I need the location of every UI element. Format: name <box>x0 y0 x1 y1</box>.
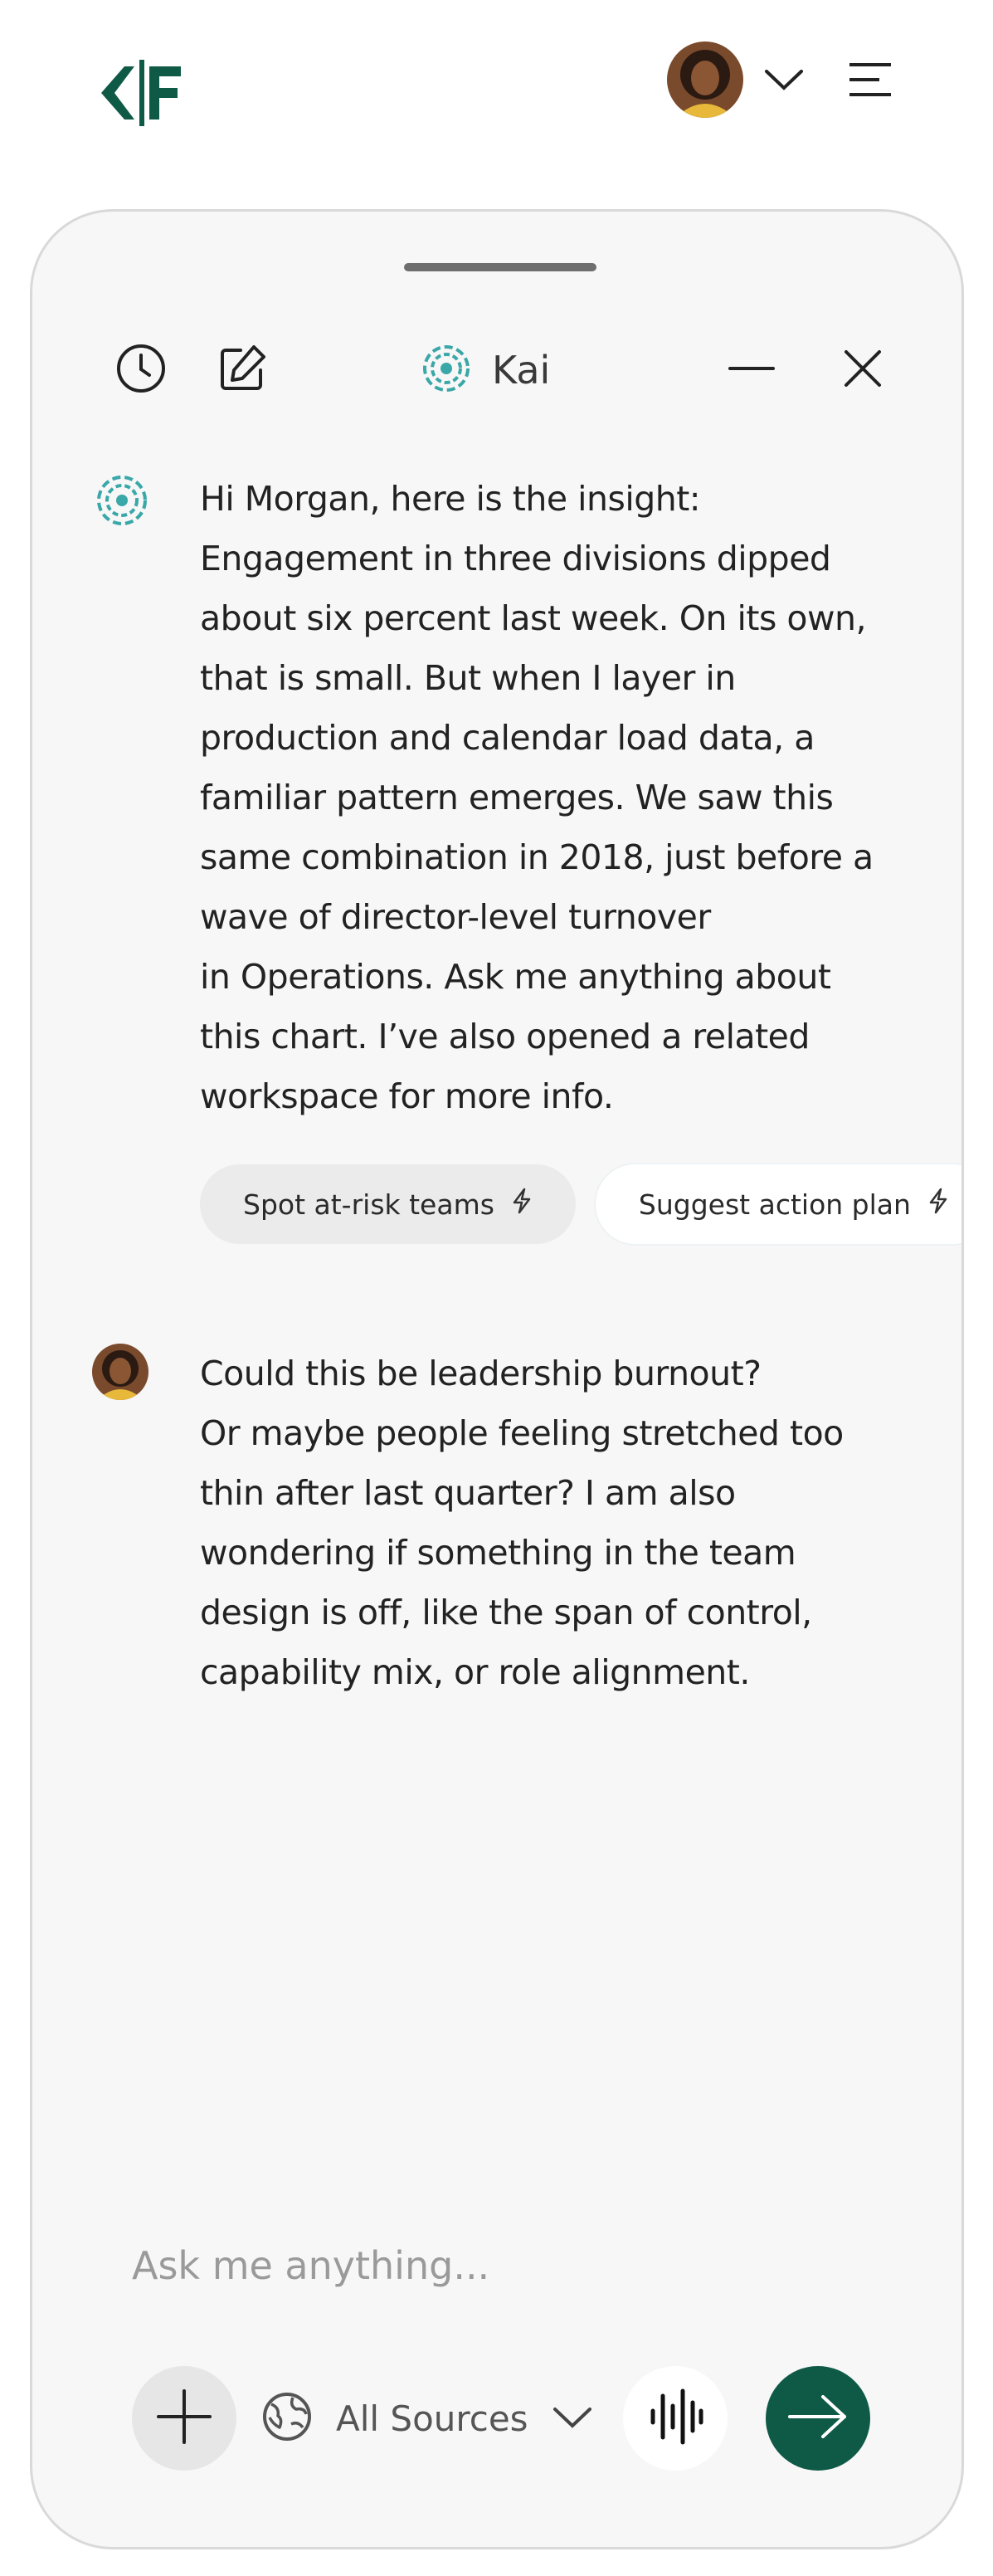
suggestion-chip-at-risk[interactable]: Spot at-risk teams <box>200 1164 576 1244</box>
minimize-icon[interactable] <box>723 339 781 398</box>
message-line: familiar pattern emerges. We saw this <box>200 778 834 817</box>
message-line: thin after last quarter? I am also <box>200 1473 736 1513</box>
message-line: production and calendar load data, a <box>200 718 815 758</box>
voice-button[interactable] <box>623 2366 728 2471</box>
message-line: design is off, like the span of control, <box>200 1593 812 1632</box>
lightning-icon <box>927 1188 949 1221</box>
user-avatar <box>92 1344 148 1400</box>
arrow-right-icon <box>786 2392 849 2445</box>
globe-icon <box>261 2391 313 2446</box>
suggestion-chips: Spot at-risk teams Suggest action plan <box>200 1164 961 1244</box>
clock-icon[interactable] <box>112 339 170 398</box>
user-message: Could this be leadership burnout? Or may… <box>200 1344 888 1702</box>
message-line: in Operations. Ask me anything about <box>200 957 831 997</box>
message-line: Hi Morgan, here is the insight: <box>200 479 701 519</box>
message-line: same combination in 2018, just before a <box>200 837 874 877</box>
chip-label: Spot at-risk teams <box>243 1188 494 1221</box>
hamburger-menu-icon[interactable] <box>846 60 894 100</box>
bot-message: Hi Morgan, here is the insight: Engageme… <box>200 469 888 1126</box>
message-input[interactable] <box>132 2243 713 2288</box>
message-line: capability mix, or role alignment. <box>200 1652 750 1692</box>
lightning-icon <box>511 1188 533 1221</box>
kai-logo-icon <box>422 344 470 396</box>
attach-button[interactable] <box>132 2366 236 2471</box>
chevron-down-icon[interactable] <box>763 65 805 95</box>
panel-title: Kai <box>422 341 550 399</box>
edit-icon[interactable] <box>213 339 271 398</box>
message-line: about six percent last week. On its own, <box>200 598 867 638</box>
message-line: Engagement in three divisions dipped <box>200 539 831 578</box>
drag-handle[interactable] <box>404 263 596 271</box>
message-line: Or maybe people feeling stretched too <box>200 1413 844 1453</box>
message-line: wave of director-level turnover <box>200 897 711 937</box>
panel-title-text: Kai <box>492 348 551 393</box>
close-icon[interactable] <box>834 339 892 398</box>
chat-panel: Kai Hi Morgan, here is the insight: Enga… <box>30 209 964 2549</box>
message-line: workspace for more info. <box>200 1076 614 1116</box>
suggestion-chip-action-plan[interactable]: Suggest action plan <box>595 1164 961 1244</box>
sources-dropdown[interactable]: All Sources <box>261 2391 593 2446</box>
send-button[interactable] <box>766 2366 870 2471</box>
message-line: that is small. But when I layer in <box>200 658 736 698</box>
chevron-down-icon <box>552 2403 593 2434</box>
user-avatar[interactable] <box>667 41 743 118</box>
message-line: Could this be leadership burnout? <box>200 1354 762 1393</box>
chip-label: Suggest action plan <box>638 1188 911 1221</box>
cf-logo[interactable] <box>95 60 186 126</box>
message-line: wondering if something in the team <box>200 1533 796 1573</box>
voice-waveform-icon <box>646 2388 704 2449</box>
sources-label: All Sources <box>336 2398 528 2439</box>
plus-icon <box>155 2388 213 2449</box>
message-line: this chart. I’ve also opened a related <box>200 1017 810 1056</box>
message-composer <box>132 2243 713 2288</box>
kai-avatar-icon <box>95 474 148 527</box>
top-bar <box>0 0 993 166</box>
